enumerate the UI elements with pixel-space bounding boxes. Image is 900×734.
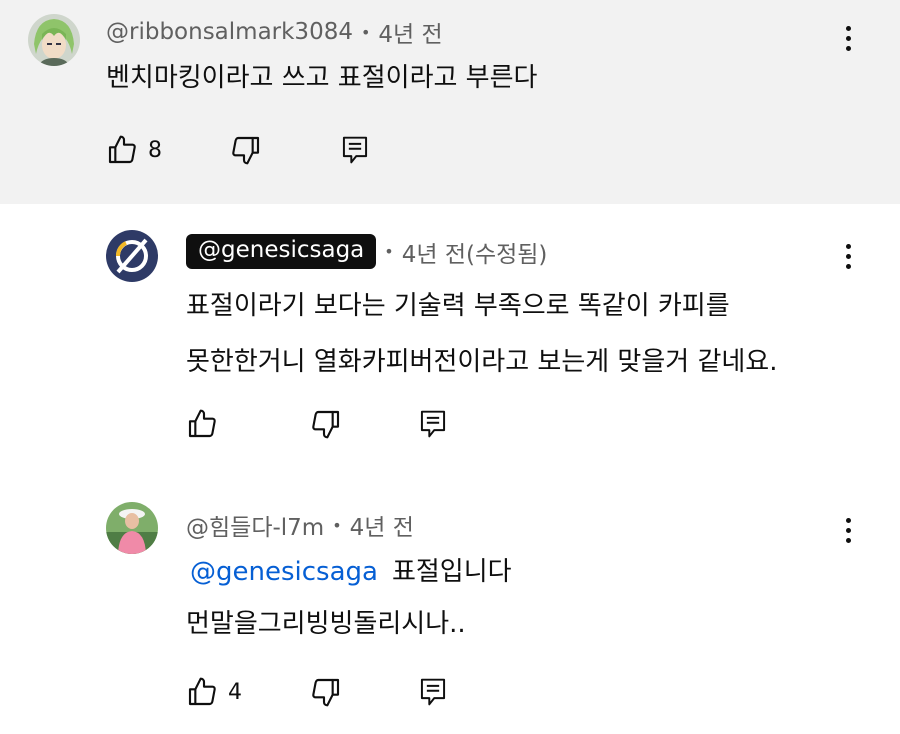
- reply-icon: [420, 678, 446, 706]
- comment-time[interactable]: 4년 전(수정됨): [402, 235, 548, 269]
- dislike-button[interactable]: [230, 134, 262, 166]
- slashed-circle-logo-avatar-icon: [106, 230, 158, 282]
- comment-thread-3: @힘들다-l7m • 4년 전 @genesicsaga 표절입니다 먼말을그리빙…: [0, 474, 900, 734]
- like-count: 4: [228, 679, 242, 705]
- like-button[interactable]: 8: [106, 134, 162, 166]
- like-button[interactable]: [186, 408, 228, 440]
- avatar[interactable]: [28, 14, 80, 66]
- dislike-icon: [312, 678, 340, 707]
- mention-link[interactable]: @genesicsaga: [190, 557, 378, 587]
- like-icon: [188, 409, 216, 438]
- comment-thread-1: @ribbonsalmark3084 • 4년 전 벤치마킹이라고 쓰고 표절이…: [0, 0, 900, 204]
- more-vert-icon[interactable]: [836, 510, 860, 550]
- comment-text-line: 못한한거니 열화카피버전이라고 보는게 맞을거 같네요.: [186, 347, 778, 377]
- separator-dot: •: [360, 22, 371, 42]
- dislike-button[interactable]: [310, 676, 342, 708]
- dislike-icon: [312, 410, 340, 439]
- comment-text-segment: 표절입니다: [391, 557, 512, 587]
- comment-time[interactable]: 4년 전: [378, 15, 442, 49]
- reply-button[interactable]: [418, 408, 448, 440]
- avatar[interactable]: [106, 230, 158, 282]
- like-icon: [188, 677, 216, 706]
- more-vert-icon[interactable]: [836, 18, 860, 58]
- comment-thread-2: @genesicsaga • 4년 전(수정됨) 표절이라기 보다는 기술력 부…: [0, 204, 900, 474]
- separator-dot: •: [332, 515, 342, 535]
- comment-text: 벤치마킹이라고 쓰고 표절이라고 부른다: [106, 54, 537, 102]
- dislike-button[interactable]: [310, 408, 342, 440]
- author-handle[interactable]: @ribbonsalmark3084: [106, 19, 353, 45]
- comment-meta: @genesicsaga • 4년 전(수정됨): [186, 234, 547, 269]
- like-button[interactable]: 4: [186, 676, 242, 708]
- comment-text-line: 표절이라기 보다는 기술력 부족으로 똑같이 카피를: [186, 291, 730, 321]
- reply-icon: [342, 136, 368, 164]
- comment-text: 표절이라기 보다는 기술력 부족으로 똑같이 카피를 못한한거니 열화카피버전이…: [186, 278, 777, 390]
- avatar[interactable]: [106, 502, 158, 554]
- separator-dot: •: [384, 242, 394, 261]
- like-icon: [108, 135, 136, 164]
- reply-button[interactable]: [340, 134, 370, 166]
- comment-text-line: 먼말을그리빙빙돌리시나..: [186, 609, 466, 639]
- author-handle[interactable]: @힘들다-l7m: [186, 508, 324, 542]
- comment-meta: @ribbonsalmark3084 • 4년 전: [106, 15, 443, 49]
- comment-text-line: 벤치마킹이라고 쓰고 표절이라고 부른다: [106, 63, 538, 93]
- author-handle-badge[interactable]: @genesicsaga: [186, 234, 377, 269]
- comment-text-line: @genesicsaga 표절입니다: [190, 546, 512, 598]
- reply-icon: [420, 410, 446, 438]
- anime-avatar-icon: [28, 14, 80, 66]
- more-vert-icon[interactable]: [836, 236, 860, 276]
- dislike-icon: [232, 136, 260, 165]
- comment-meta: @힘들다-l7m • 4년 전: [186, 508, 414, 542]
- reply-button[interactable]: [418, 676, 448, 708]
- comment-text: @genesicsaga 표절입니다 먼말을그리빙빙돌리시나..: [186, 546, 512, 650]
- comment-time[interactable]: 4년 전: [350, 508, 414, 542]
- like-count: 8: [148, 137, 162, 163]
- person-photo-avatar-icon: [106, 502, 158, 554]
